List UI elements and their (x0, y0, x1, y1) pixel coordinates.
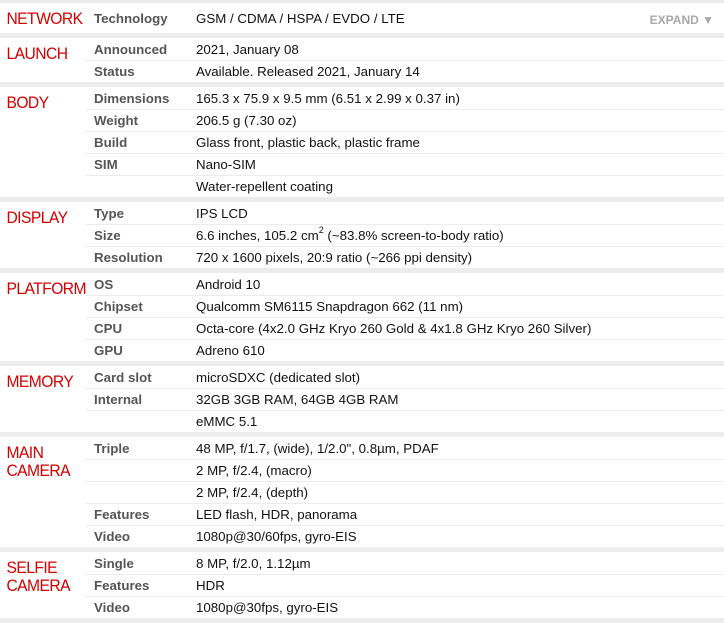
spec-row: Dimensions 165.3 x 75.9 x 9.5 mm (6.51 x… (86, 87, 724, 110)
spec-row: Type IPS LCD (86, 202, 724, 225)
spec-row: SIM Nano-SIM (86, 154, 724, 176)
spec-row: Video 1080p@30fps, gyro-EIS (86, 597, 724, 618)
section-main-camera: MAIN CAMERA Triple 48 MP, f/1.7, (wide), … (0, 437, 724, 552)
spec-value: Available. Released 2021, January 14 (196, 64, 420, 79)
spec-label[interactable]: Announced (86, 42, 196, 57)
spec-value: 206.5 g (7.30 oz) (196, 113, 297, 128)
superscript: 2 (318, 224, 324, 235)
spec-value: 2021, January 08 (196, 41, 299, 57)
spec-sheet: NETWORK Technology GSM / CDMA / HSPA / E… (0, 0, 724, 623)
spec-row: Video 1080p@30/60fps, gyro-EIS (86, 526, 724, 547)
spec-label[interactable]: Card slot (86, 370, 196, 385)
spec-value: Nano-SIM (196, 157, 256, 172)
spec-value: 32GB 3GB RAM, 64GB 4GB RAM (196, 392, 399, 407)
spec-value: Glass front, plastic back, plastic frame (196, 135, 420, 150)
spec-value: Qualcomm SM6115 Snapdragon 662 (11 nm) (196, 299, 464, 314)
spec-row: Card slot microSDXC (dedicated slot) (86, 366, 724, 389)
spec-row: OS Android 10 (86, 273, 724, 296)
spec-row: Features LED flash, HDR, panorama (86, 504, 724, 526)
spec-value: microSDXC (dedicated slot) (196, 369, 361, 385)
section-title[interactable]: BODY (0, 87, 79, 197)
spec-label[interactable]: Resolution (86, 250, 196, 265)
section-title[interactable]: DISPLAY (0, 202, 79, 268)
spec-value: 165.3 x 75.9 x 9.5 mm (6.51 x 2.99 x 0.3… (196, 90, 460, 106)
spec-row: Chipset Qualcomm SM6115 Snapdragon 662 (… (86, 296, 724, 318)
spec-row: GPU Adreno 610 (86, 340, 724, 361)
spec-value: 2 MP, f/2.4, (macro) (196, 463, 312, 478)
spec-value: Octa-core (4x2.0 GHz Kryo 260 Gold & 4x1… (196, 321, 592, 336)
spec-value: HDR (196, 578, 225, 593)
spec-label[interactable]: Features (86, 507, 196, 522)
spec-value: 8 MP, f/2.0, 1.12µm (196, 555, 311, 571)
spec-label[interactable]: Type (86, 206, 196, 221)
spec-row: Announced 2021, January 08 (86, 38, 724, 61)
spec-row: Resolution 720 x 1600 pixels, 20:9 ratio… (86, 247, 724, 268)
spec-label[interactable]: Triple (86, 441, 196, 456)
section-launch: LAUNCH Announced 2021, January 08 Status… (0, 38, 724, 87)
spec-value: 2 MP, f/2.4, (depth) (196, 485, 309, 500)
spec-value: Water-repellent coating (196, 179, 333, 194)
section-memory: MEMORY Card slot microSDXC (dedicated sl… (0, 366, 724, 437)
spec-value: 6.6 inches, 105.2 cm2 (~83.8% screen-to-… (196, 224, 724, 243)
spec-row: eMMC 5.1 (86, 411, 724, 432)
spec-row: 2 MP, f/2.4, (depth) (86, 482, 724, 504)
section-title[interactable]: MAIN CAMERA (0, 437, 79, 547)
expand-button[interactable]: EXPAND ▼ (650, 13, 714, 27)
spec-row: Weight 206.5 g (7.30 oz) (86, 110, 724, 132)
spec-value-text: GSM / CDMA / HSPA / EVDO / LTE (196, 10, 405, 26)
section-platform: PLATFORM OS Android 10 Chipset Qualcomm … (0, 273, 724, 366)
spec-label[interactable]: Video (86, 600, 196, 615)
spec-label[interactable]: Features (86, 578, 196, 593)
spec-value: eMMC 5.1 (196, 414, 258, 429)
spec-label[interactable]: Single (86, 556, 196, 571)
spec-label[interactable]: Video (86, 529, 196, 544)
section-title[interactable]: MEMORY (0, 366, 79, 432)
spec-row: Build Glass front, plastic back, plastic… (86, 132, 724, 154)
spec-row: CPU Octa-core (4x2.0 GHz Kryo 260 Gold &… (86, 318, 724, 340)
spec-label[interactable]: OS (86, 277, 196, 292)
spec-row: Water-repellent coating (86, 176, 724, 197)
spec-label[interactable]: Internal (86, 392, 196, 407)
spec-value: GSM / CDMA / HSPA / EVDO / LTE EXPAND ▼ (196, 10, 724, 27)
section-title[interactable]: SELFIE CAMERA (0, 552, 79, 618)
spec-label[interactable]: Dimensions (86, 91, 196, 106)
size-value: 6.6 inches, 105.2 cm (196, 228, 319, 243)
spec-row: Single 8 MP, f/2.0, 1.12µm (86, 552, 724, 575)
spec-value: 48 MP, f/1.7, (wide), 1/2.0", 0.8µm, PDA… (196, 440, 439, 456)
spec-row: Features HDR (86, 575, 724, 597)
spec-value: LED flash, HDR, panorama (196, 507, 358, 522)
section-body: BODY Dimensions 165.3 x 75.9 x 9.5 mm (6… (0, 87, 724, 202)
spec-label[interactable]: Size (86, 228, 196, 243)
spec-row: Technology GSM / CDMA / HSPA / EVDO / LT… (86, 3, 724, 33)
spec-label[interactable]: GPU (86, 343, 196, 358)
spec-label[interactable]: Build (86, 135, 196, 150)
spec-value: Android 10 (196, 276, 261, 292)
spec-row: 2 MP, f/2.4, (macro) (86, 460, 724, 482)
size-value-after: (~83.8% screen-to-body ratio) (323, 228, 504, 243)
spec-label[interactable]: CPU (86, 321, 196, 336)
spec-value: IPS LCD (196, 205, 248, 221)
spec-label[interactable]: SIM (86, 157, 196, 172)
spec-label[interactable]: Chipset (86, 299, 196, 314)
spec-value: 1080p@30fps, gyro-EIS (196, 600, 339, 615)
spec-row: Internal 32GB 3GB RAM, 64GB 4GB RAM (86, 389, 724, 411)
spec-row: Triple 48 MP, f/1.7, (wide), 1/2.0", 0.8… (86, 437, 724, 460)
spec-row: Size 6.6 inches, 105.2 cm2 (~83.8% scree… (86, 225, 724, 247)
spec-value: Adreno 610 (196, 343, 265, 358)
section-display: DISPLAY Type IPS LCD Size 6.6 inches, 10… (0, 202, 724, 273)
section-network: NETWORK Technology GSM / CDMA / HSPA / E… (0, 0, 724, 38)
spec-label[interactable]: Weight (86, 113, 196, 128)
spec-value: 1080p@30/60fps, gyro-EIS (196, 529, 357, 544)
spec-row: Status Available. Released 2021, January… (86, 61, 724, 82)
section-title[interactable]: PLATFORM (0, 273, 86, 361)
spec-label[interactable]: Technology (86, 11, 196, 26)
section-selfie-camera: SELFIE CAMERA Single 8 MP, f/2.0, 1.12µm … (0, 552, 724, 623)
spec-label[interactable]: Status (86, 64, 196, 79)
section-title[interactable]: NETWORK (0, 3, 83, 33)
spec-value: 720 x 1600 pixels, 20:9 ratio (~266 ppi … (196, 250, 473, 265)
section-title[interactable]: LAUNCH (0, 38, 79, 82)
